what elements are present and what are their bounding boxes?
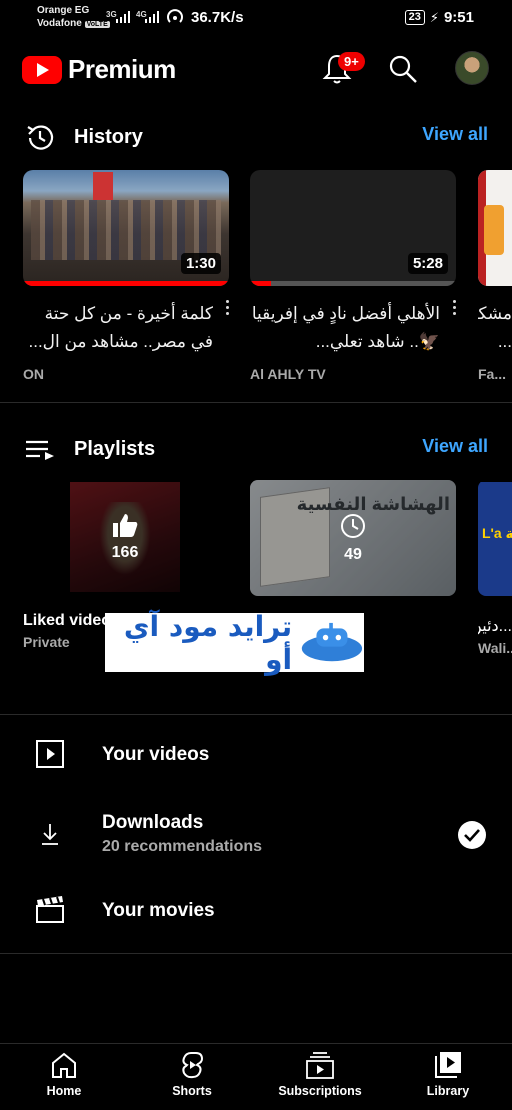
progress-track bbox=[250, 281, 456, 286]
clock: 9:51 bbox=[443, 9, 474, 26]
video-duration: 1:30 bbox=[180, 253, 221, 274]
playlist-title: ...دئين bbox=[478, 618, 512, 635]
video-title: كلمة أخيرة - من كل حتة في مصر.. مشاهد من… bbox=[28, 304, 214, 351]
playlist-video-count: 166 bbox=[111, 544, 139, 561]
watermark-logo-icon bbox=[301, 622, 363, 661]
volte-badge: VoLTE bbox=[84, 21, 110, 28]
carrier-2: Vodafone bbox=[37, 18, 82, 29]
watermark-text: ترايد مود آي أو bbox=[123, 609, 293, 676]
history-video-card[interactable]: 1:30 كلمة أخيرة - من كل حتة في مصر.. مشا… bbox=[23, 170, 229, 382]
battery-icon: 23 bbox=[404, 10, 425, 25]
library-icon bbox=[435, 1052, 461, 1078]
video-thumbnail[interactable]: 5:28 bbox=[250, 170, 456, 286]
section-divider bbox=[0, 402, 512, 403]
video-title: مشكلة ... bbox=[478, 304, 512, 351]
channel-name: Fa... bbox=[478, 366, 507, 382]
history-video-card[interactable]: 5:28 الأهلي أفضل نادٍ في إفريقيا 🦅.. شاه… bbox=[250, 170, 456, 382]
playlist-card[interactable]: الهشاشة النفسية 49 bbox=[250, 480, 456, 596]
clock-icon bbox=[341, 514, 365, 538]
downloads-subtitle: 20 recommendations bbox=[102, 838, 263, 855]
charging-icon: ⚡ bbox=[429, 9, 439, 25]
more-options-icon[interactable] bbox=[453, 300, 457, 318]
section-divider bbox=[0, 953, 512, 954]
notification-badge: 9+ bbox=[338, 52, 365, 71]
carrier-1: Orange EG bbox=[37, 5, 90, 16]
watch-progress-bar bbox=[250, 281, 271, 286]
search-icon[interactable] bbox=[388, 54, 418, 84]
carrier-info: Orange EG Vodafone VoLTE bbox=[37, 4, 110, 31]
thumbs-up-icon bbox=[113, 514, 138, 537]
account-avatar[interactable] bbox=[455, 51, 489, 85]
your-videos-icon bbox=[36, 740, 64, 768]
watch-progress-bar bbox=[23, 281, 229, 286]
playlist-thumbnail[interactable]: نفسية L'a bbox=[478, 482, 512, 596]
nav-home[interactable]: Home bbox=[0, 1050, 128, 1098]
history-video-card[interactable]: مشكلة ... Fa... bbox=[478, 170, 512, 382]
history-header: History View all bbox=[0, 118, 512, 158]
logo-text: Premium bbox=[68, 54, 176, 84]
subscriptions-icon bbox=[306, 1052, 334, 1079]
bottom-navigation: Home Shorts Subscriptions Library bbox=[0, 1043, 512, 1110]
nav-library-label: Library bbox=[426, 1084, 470, 1098]
downloaded-check-icon bbox=[458, 821, 486, 849]
history-icon bbox=[27, 125, 54, 150]
youtube-play-icon bbox=[22, 55, 62, 84]
playlist-cover-text: نفسية L'a bbox=[482, 525, 512, 541]
video-duration: 5:28 bbox=[407, 253, 448, 274]
more-options-icon[interactable] bbox=[226, 300, 230, 318]
nav-subscriptions[interactable]: Subscriptions bbox=[256, 1050, 384, 1098]
channel-name: ON bbox=[23, 366, 44, 382]
video-thumbnail[interactable]: 1:30 bbox=[23, 170, 229, 286]
video-title: الأهلي أفضل نادٍ في إفريقيا 🦅.. شاهد تعل… bbox=[251, 304, 440, 351]
nav-home-label: Home bbox=[46, 1084, 82, 1098]
playlist-thumbnail[interactable]: الهشاشة النفسية 49 bbox=[250, 480, 456, 596]
network-speed: 36.7K/s bbox=[191, 9, 244, 26]
youtube-logo[interactable]: Premium bbox=[22, 54, 176, 85]
signal-icon bbox=[116, 11, 130, 23]
history-title: History bbox=[74, 126, 143, 148]
your-movies-label: Your movies bbox=[102, 900, 215, 921]
playlist-video-count: 49 bbox=[344, 546, 362, 563]
signal-icon-2 bbox=[145, 11, 159, 23]
movies-clapperboard-icon bbox=[36, 896, 64, 923]
channel-name: Al AHLY TV bbox=[250, 366, 326, 382]
your-videos-row[interactable]: Your videos bbox=[0, 724, 512, 784]
watermark-banner: ترايد مود آي أو bbox=[105, 610, 364, 676]
playlist-thumbnail[interactable]: 166 bbox=[70, 482, 180, 592]
playlists-header: Playlists View all bbox=[0, 430, 512, 470]
section-divider bbox=[0, 714, 512, 715]
nav-shorts[interactable]: Shorts bbox=[128, 1050, 256, 1098]
playlist-overlay: 49 bbox=[250, 480, 456, 596]
download-icon bbox=[42, 824, 58, 845]
playlist-card[interactable]: نفسية L'a ...دئين Wali... bbox=[478, 482, 512, 656]
home-icon bbox=[52, 1052, 76, 1078]
your-movies-row[interactable]: Your movies bbox=[0, 880, 512, 940]
downloads-label: Downloads bbox=[102, 812, 204, 833]
playlist-overlay: 166 bbox=[70, 482, 180, 592]
status-bar: Orange EG Vodafone VoLTE 3G 4G 36.7K/s 2… bbox=[0, 0, 512, 40]
history-view-all-link[interactable]: View all bbox=[422, 124, 488, 145]
your-videos-label: Your videos bbox=[102, 744, 210, 765]
playlist-icon bbox=[26, 440, 54, 460]
video-thumbnail[interactable] bbox=[478, 170, 512, 286]
status-right: 23 ⚡ 9:51 bbox=[404, 9, 474, 26]
playlist-meta: Wali... bbox=[478, 640, 512, 656]
nav-shorts-label: Shorts bbox=[172, 1084, 212, 1098]
playlists-title: Playlists bbox=[74, 438, 156, 460]
downloads-row[interactable]: Downloads 20 recommendations bbox=[0, 800, 512, 870]
top-app-bar: Premium 9+ bbox=[0, 46, 512, 92]
shorts-icon bbox=[182, 1052, 204, 1079]
nav-subscriptions-label: Subscriptions bbox=[278, 1084, 362, 1098]
nav-library[interactable]: Library bbox=[384, 1050, 512, 1098]
hotspot-icon bbox=[167, 9, 183, 23]
playlists-view-all-link[interactable]: View all bbox=[422, 436, 488, 457]
